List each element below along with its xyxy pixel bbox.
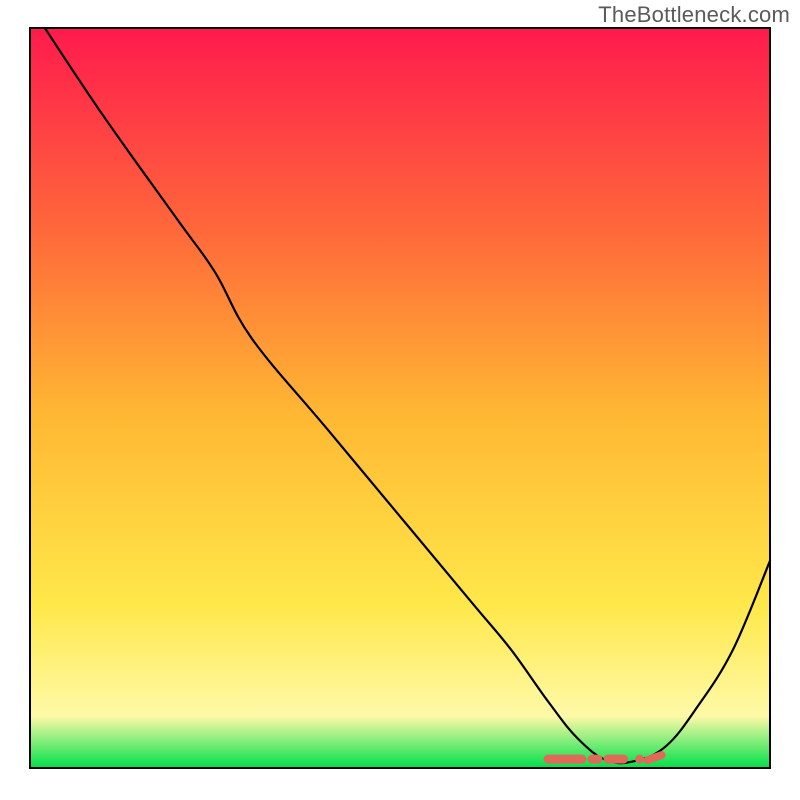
chart-container: TheBottleneck.com [0,0,800,800]
chart-svg [0,0,800,800]
plot-area [30,28,770,768]
